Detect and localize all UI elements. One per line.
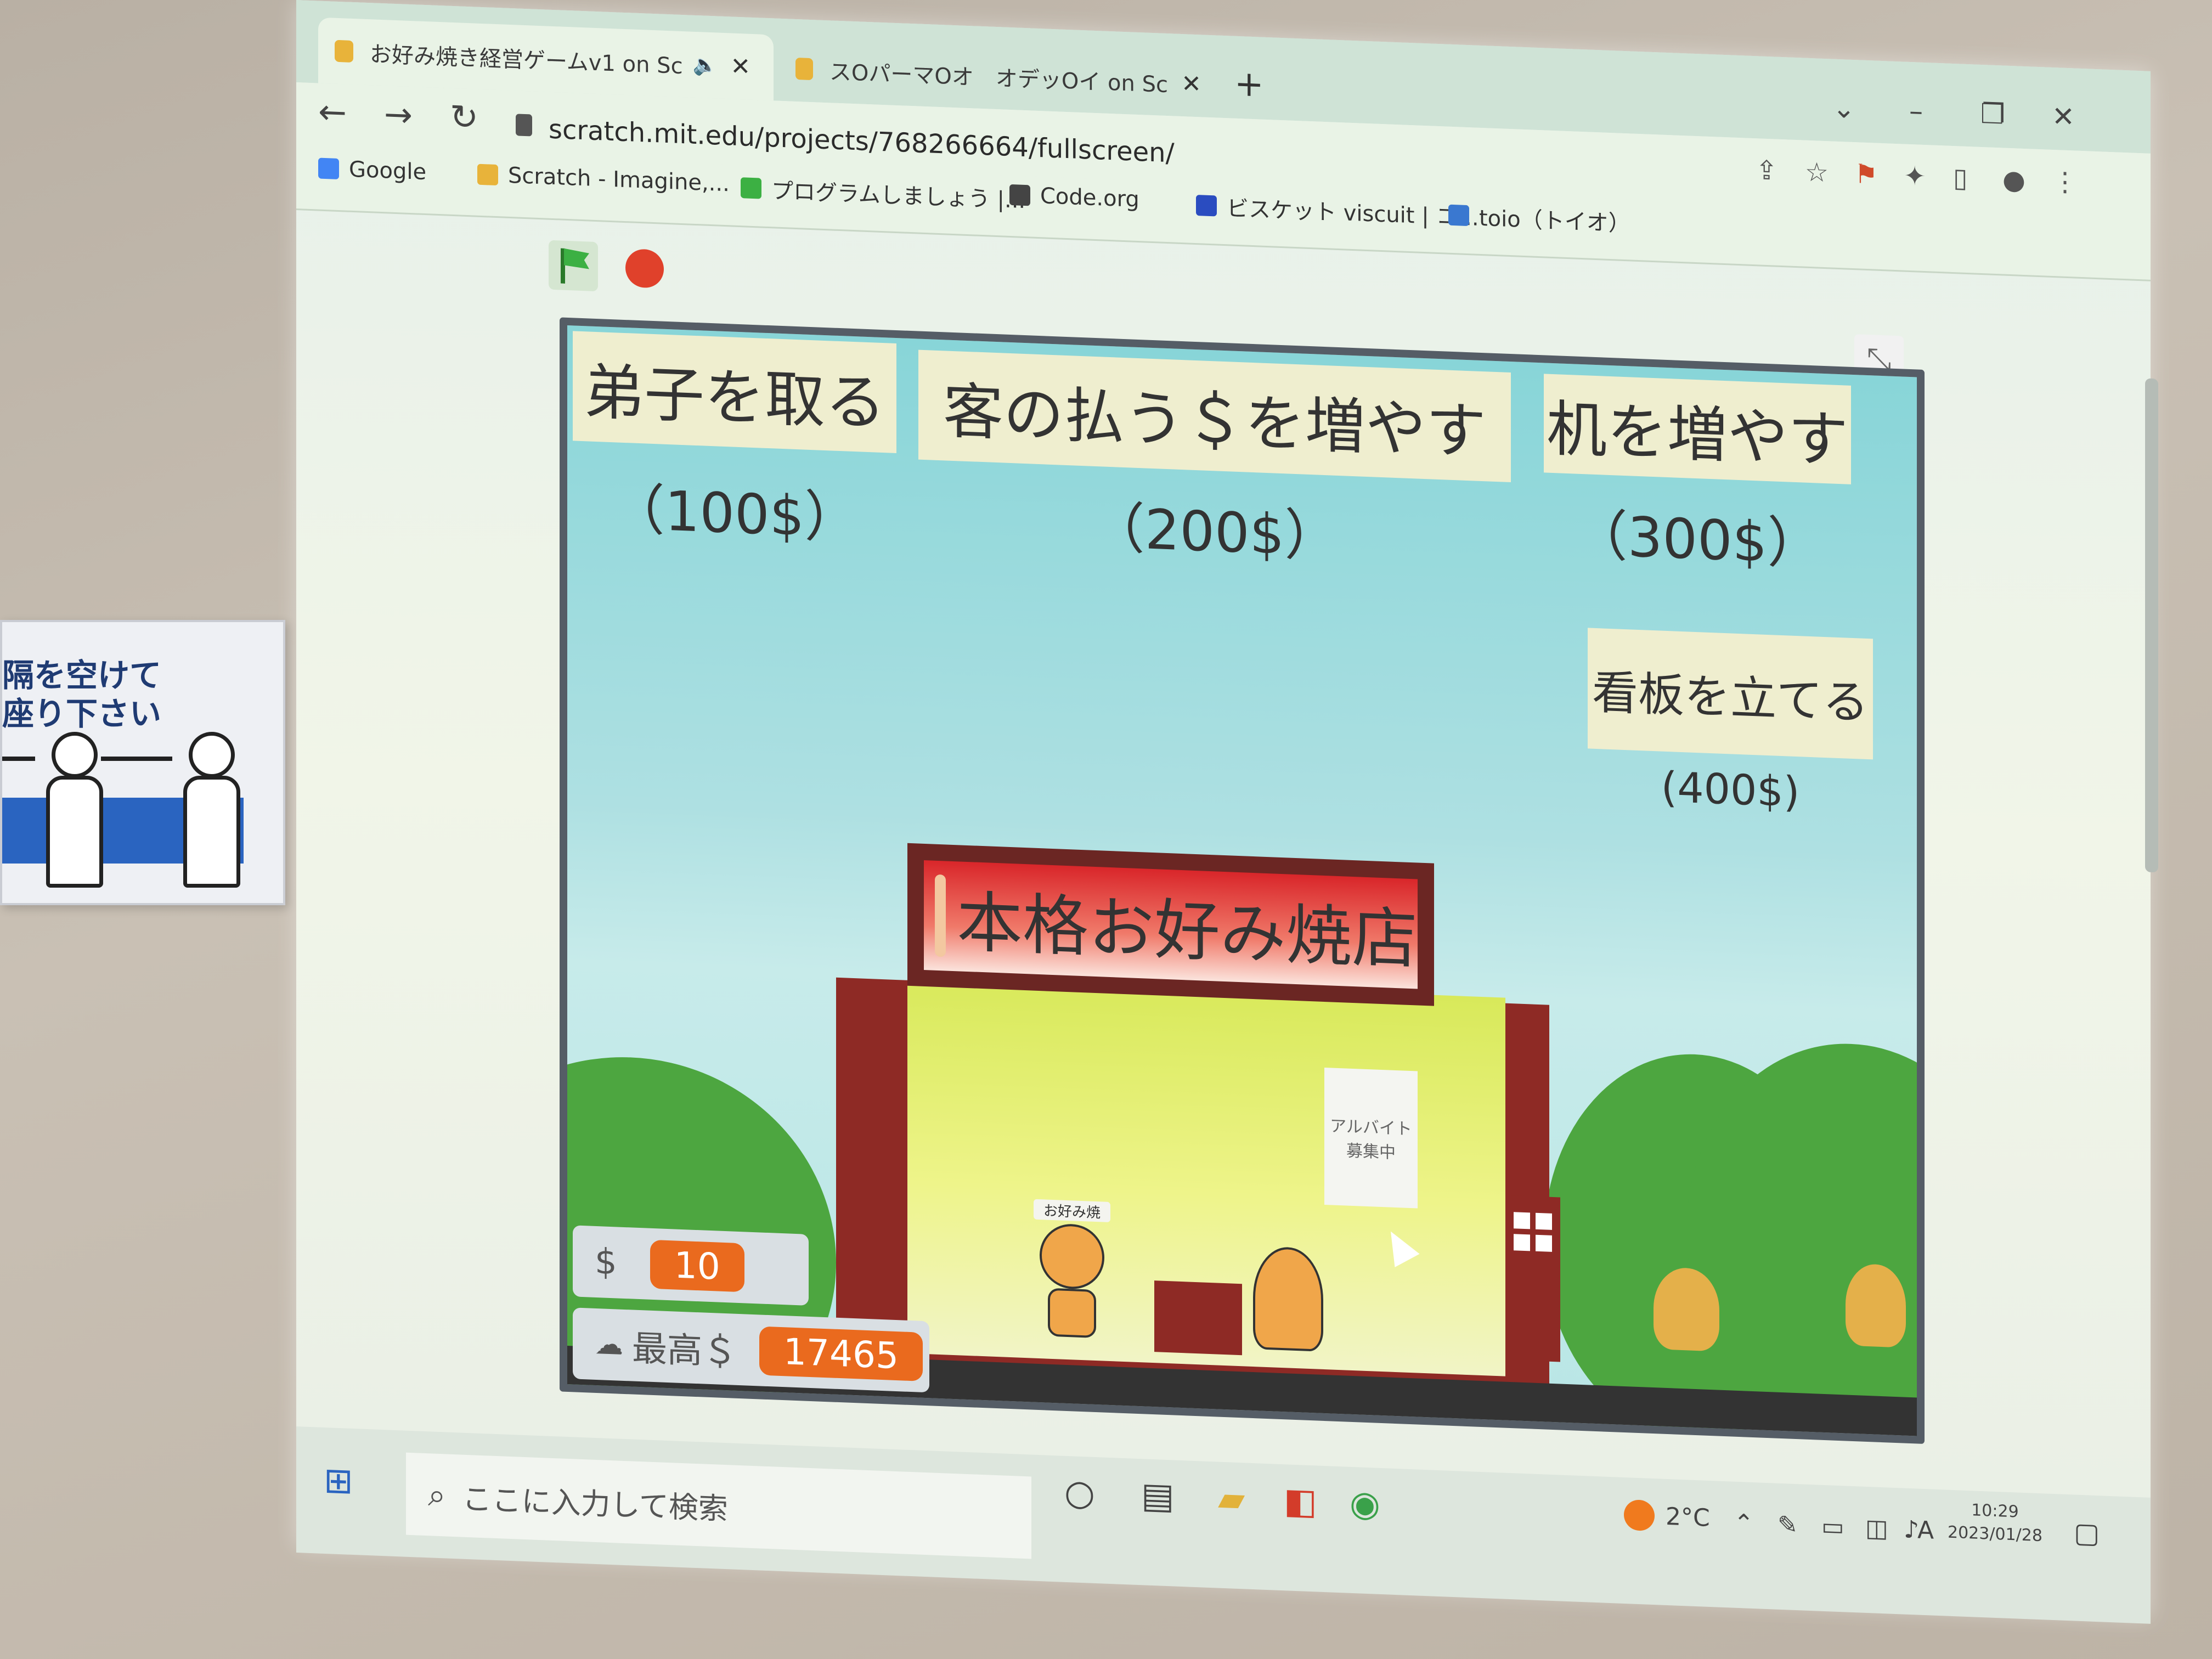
minimize-button[interactable]: –: [1909, 95, 1923, 127]
profile-icon[interactable]: ●: [2002, 164, 2025, 196]
extension-icon[interactable]: ⚑: [1854, 159, 1878, 190]
clock-date: 2023/01/28: [1948, 1522, 2042, 1546]
tab-search-icon[interactable]: ⌄: [1832, 92, 1855, 125]
search-placeholder: ここに入力して検索: [462, 1481, 728, 1526]
sidebar-icon[interactable]: ▯: [1953, 162, 1967, 194]
restore-button[interactable]: ❐: [1980, 98, 2005, 131]
clock-time: 10:29: [1971, 1500, 2019, 1522]
tab-title: スOパーマOオ オデッOイ on Scra: [829, 59, 1169, 99]
add-tables-price: （300$）: [1572, 503, 1822, 577]
task-view-icon[interactable]: ○: [1064, 1472, 1095, 1514]
green-flag-icon: [564, 249, 589, 269]
share-icon[interactable]: ⇪: [1756, 155, 1778, 187]
notification-icon[interactable]: ▢: [2074, 1516, 2100, 1549]
green-flag-button[interactable]: [549, 240, 598, 292]
money-variable-monitor: $ 10: [573, 1225, 809, 1306]
add-tables-button[interactable]: 机を増やす: [1544, 374, 1851, 484]
high-score-variable-monitor: ☁ 最高＄ 17465: [573, 1307, 929, 1393]
cat-body-icon: [1048, 1288, 1096, 1339]
bookmark-google[interactable]: Google: [318, 156, 426, 185]
lock-icon: [516, 114, 532, 137]
high-score-value: 17465: [759, 1325, 923, 1381]
star-icon[interactable]: ☆: [1805, 157, 1829, 189]
temperature: 2°C: [1666, 1502, 1710, 1532]
reload-button[interactable]: ↻: [450, 97, 478, 138]
windows-start-icon[interactable]: ⊞: [324, 1460, 353, 1502]
puzzle-icon[interactable]: ✦: [1904, 161, 1926, 193]
scratch-icon: [477, 163, 498, 186]
program-icon: [741, 177, 761, 199]
wall-sign: 隔を空けて 座り下さい: [0, 620, 285, 905]
tab-title: お好み焼き経営ゲームv1 on Sc: [370, 42, 683, 80]
cat-head-icon: [1040, 1223, 1104, 1290]
projected-browser-window: お好み焼き経営ゲームv1 on Sc 🔈 ✕ スOパーマOオ オデッOイ on …: [296, 0, 2158, 1624]
file-explorer-icon[interactable]: ▰: [1218, 1479, 1245, 1520]
viscuit-icon: [1196, 195, 1217, 217]
hire-apprentice-price: （100$）: [610, 476, 860, 551]
person-icon: [178, 732, 240, 888]
door-window: [1536, 1234, 1552, 1252]
scratch-favicon-icon: [795, 57, 813, 81]
volume-icon[interactable]: ♪: [1904, 1516, 1919, 1544]
office-icon[interactable]: ◧: [1284, 1481, 1317, 1522]
help-wanted-notice: アルバイト募集中: [1324, 1067, 1418, 1209]
door-window: [1514, 1234, 1530, 1251]
person-icon: [41, 732, 103, 888]
door-window: [1514, 1212, 1530, 1229]
ime-indicator[interactable]: A: [1917, 1516, 1934, 1545]
stop-button[interactable]: [625, 249, 664, 289]
new-tab-button[interactable]: +: [1234, 64, 1264, 105]
close-tab-icon[interactable]: ✕: [730, 52, 751, 81]
money-label: $: [595, 1241, 617, 1283]
google-icon: [318, 157, 339, 179]
increase-customer-pay-button[interactable]: 客の払う＄を増やす: [918, 349, 1511, 483]
distance-arrow-icon: [101, 757, 172, 761]
scratch-favicon-icon: [335, 40, 353, 63]
shop-sign: 本格お好み焼店: [924, 860, 1418, 989]
menu-icon[interactable]: ⋮: [2052, 166, 2078, 198]
scratch-stage[interactable]: 弟子を取る （100$） 客の払う＄を増やす （200$） 机を増やす （300…: [560, 317, 1925, 1444]
bookmark-code-org[interactable]: Code.org: [1009, 182, 1139, 212]
cat-chef-icon: [935, 874, 946, 957]
tray-chevron-icon[interactable]: ⌃: [1734, 1509, 1754, 1538]
forward-button[interactable]: →: [384, 94, 413, 135]
close-tab-icon[interactable]: ✕: [1181, 69, 1201, 98]
wall-sign-line-2: 座り下さい: [2, 695, 162, 732]
search-icon: ⌕: [428, 1475, 446, 1514]
taskbar-clock[interactable]: 10:29 2023/01/28: [1948, 1498, 2042, 1548]
battery-icon[interactable]: ▭: [1821, 1513, 1844, 1542]
increase-customer-pay-price: （200$）: [1090, 495, 1340, 569]
page-scrollbar[interactable]: [2145, 378, 2158, 873]
chrome-icon[interactable]: ◉: [1350, 1483, 1380, 1525]
door-window: [1536, 1212, 1552, 1230]
bookmark-label: Code.org: [1040, 183, 1139, 213]
cat-chef-sprite[interactable]: お好み焼: [1034, 1199, 1110, 1339]
cat-label: お好み焼: [1034, 1199, 1110, 1223]
pen-icon[interactable]: ✎: [1778, 1511, 1798, 1539]
bookmark-label: toio（トイオ）: [1479, 205, 1630, 237]
put-up-signboard-button[interactable]: 看板を立てる: [1588, 628, 1873, 760]
money-value: 10: [650, 1239, 744, 1292]
toio-icon: [1448, 204, 1469, 227]
widgets-icon[interactable]: ▤: [1141, 1475, 1174, 1517]
code-org-icon: [1009, 184, 1030, 206]
speaker-icon[interactable]: 🔈: [693, 53, 718, 77]
cloud-icon: ☁: [595, 1327, 623, 1362]
cooking-counter: [1154, 1280, 1242, 1356]
bookmark-label: Google: [349, 156, 427, 185]
hire-apprentice-button[interactable]: 弟子を取る: [573, 331, 896, 454]
sun-icon: [1624, 1499, 1655, 1532]
back-button[interactable]: ←: [318, 92, 347, 133]
network-icon[interactable]: ◫: [1865, 1514, 1888, 1543]
close-window-button[interactable]: ✕: [2052, 100, 2075, 133]
put-up-signboard-price: (400$): [1661, 762, 1800, 817]
weather-widget[interactable]: 2°C: [1624, 1499, 1710, 1533]
high-score-label: 最高＄: [632, 1328, 737, 1373]
distance-arrow-icon: [2, 757, 35, 761]
shop-sign-text: 本格お好み焼店: [957, 884, 1418, 979]
